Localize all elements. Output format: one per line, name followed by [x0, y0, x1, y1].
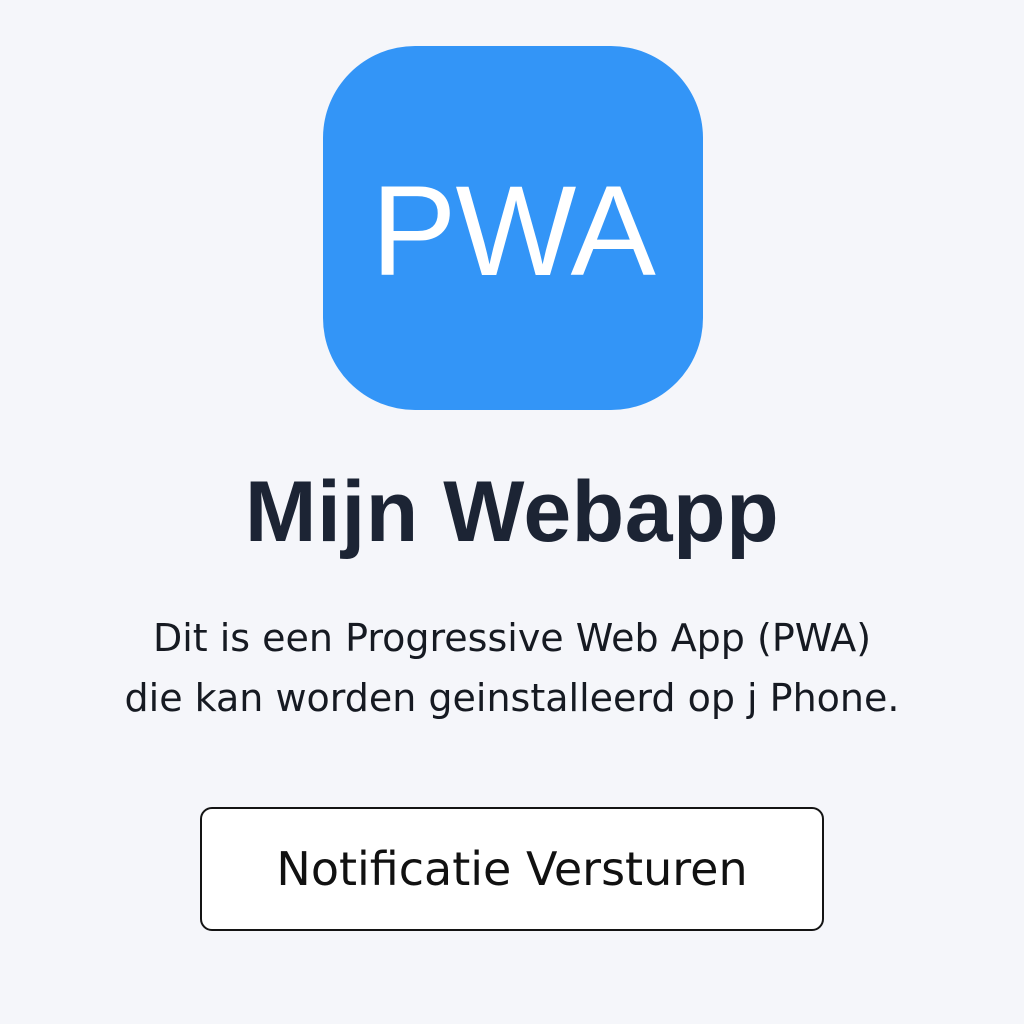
- send-notification-button[interactable]: Notificatie Versturen: [200, 807, 824, 931]
- app-icon-label: PWA: [371, 160, 656, 303]
- description-line-1: Dit is een Progressive Web App (PWA): [152, 616, 872, 660]
- app-icon: PWA: [323, 46, 703, 410]
- page-title: Mijn Webapp: [244, 464, 780, 560]
- description-line-2: die kan worden geinstalleerd op j Phone.: [124, 676, 900, 720]
- description: Dit is een Progressive Web App (PWA) die…: [0, 608, 1024, 728]
